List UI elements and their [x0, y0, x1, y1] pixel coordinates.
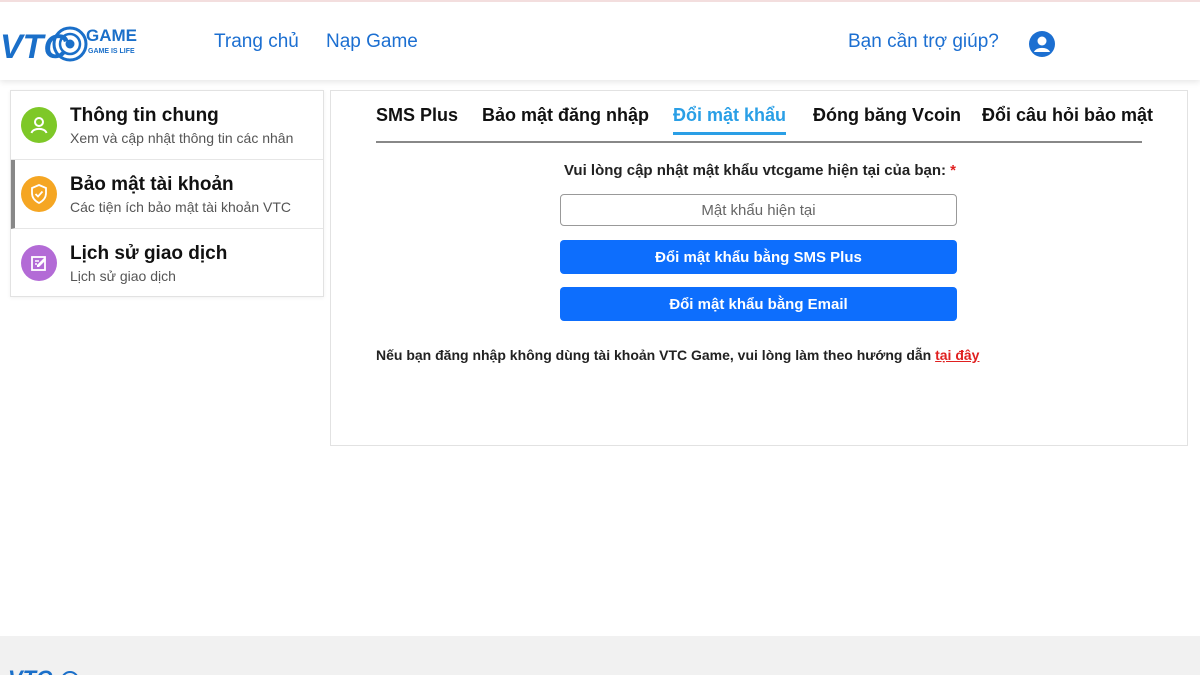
sidebar-item-subtitle: Lịch sử giao dịch	[70, 268, 176, 284]
change-password-email-button[interactable]: Đổi mật khẩu bằng Email	[560, 287, 957, 321]
tab-login-security[interactable]: Bảo mật đăng nhập	[482, 105, 649, 126]
logo-tagline: GAME IS LIFE	[88, 48, 135, 55]
nav-topup-link[interactable]: Nạp Game	[326, 31, 418, 53]
tab-change-security-question[interactable]: Đổi câu hỏi bảo mật	[982, 105, 1153, 126]
footer-logo: VTC GAME	[8, 666, 124, 675]
password-prompt-text: Vui lòng cập nhật mật khẩu vtcgame hiện …	[563, 162, 946, 179]
sidebar-item-title: Thông tin chung	[70, 105, 219, 126]
tab-freeze-vcoin[interactable]: Đóng băng Vcoin	[813, 105, 961, 126]
sidebar-item-title: Lịch sử giao dịch	[70, 243, 228, 264]
vtc-game-logo[interactable]: VTC GAME GAME IS LIFE	[0, 20, 150, 66]
sidebar: Thông tin chung Xem và cập nhật thông ti…	[10, 90, 324, 297]
user-icon	[21, 107, 57, 143]
sidebar-item-subtitle: Các tiện ích bảo mật tài khoản VTC	[70, 199, 291, 215]
user-circle-icon[interactable]	[1028, 30, 1056, 58]
sidebar-item-transaction-history[interactable]: Lịch sử giao dịch Lịch sử giao dịch	[11, 229, 323, 298]
sidebar-item-subtitle: Xem và cập nhật thông tin các nhân	[70, 130, 294, 146]
sidebar-item-title: Bảo mật tài khoản	[70, 174, 234, 195]
tab-change-password[interactable]: Đổi mật khẩu	[673, 105, 787, 135]
sidebar-item-general-info[interactable]: Thông tin chung Xem và cập nhật thông ti…	[11, 91, 323, 160]
top-header: VTC GAME GAME IS LIFE Trang chủ Nạp Game…	[0, 0, 1200, 80]
nav-home-link[interactable]: Trang chủ	[214, 31, 299, 53]
svg-text:VTC: VTC	[8, 666, 53, 675]
non-vtc-account-note: Nếu bạn đăng nhập không dùng tài khoản V…	[376, 347, 979, 363]
password-prompt: Vui lòng cập nhật mật khẩu vtcgame hiện …	[331, 162, 1189, 179]
footer: VTC GAME	[0, 636, 1200, 675]
change-password-sms-button[interactable]: Đổi mật khẩu bằng SMS Plus	[560, 240, 957, 274]
guide-link[interactable]: tại đây	[935, 347, 979, 363]
help-link[interactable]: Bạn cần trợ giúp?	[848, 31, 999, 53]
main-panel: SMS Plus Bảo mật đăng nhập Đổi mật khẩu …	[330, 90, 1188, 446]
sidebar-item-account-security[interactable]: Bảo mật tài khoản Các tiện ích bảo mật t…	[11, 160, 323, 229]
required-mark: *	[950, 162, 957, 179]
current-password-input[interactable]	[560, 194, 957, 226]
tab-sms-plus[interactable]: SMS Plus	[376, 105, 458, 126]
note-text: Nếu bạn đăng nhập không dùng tài khoản V…	[376, 347, 936, 363]
edit-note-icon	[21, 245, 57, 281]
tab-bar: SMS Plus Bảo mật đăng nhập Đổi mật khẩu …	[376, 91, 1153, 143]
logo-game: GAME	[86, 26, 137, 45]
shield-check-icon	[21, 176, 57, 212]
